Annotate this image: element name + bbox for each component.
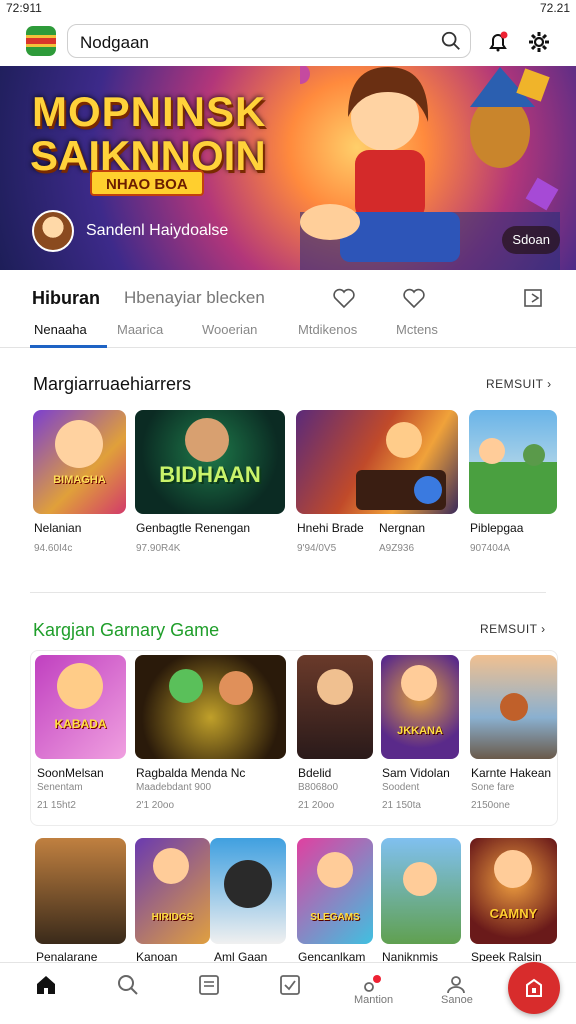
list-icon[interactable]	[197, 973, 221, 997]
section1-see-all-label: REMSUIT	[486, 377, 544, 391]
section2-see-all[interactable]: REMSUIT ›	[480, 622, 546, 636]
hero-banner[interactable]: MOPNINSK SAIKNNOIN NHAO BOA Sandenl Haiy…	[0, 66, 576, 270]
card-2-meta: 97.90R4K	[136, 543, 181, 554]
game3-card-2-art: HIRIDGS	[151, 912, 194, 923]
card2-4-title: Sam Vidolan	[382, 766, 450, 780]
banner-avatar	[32, 210, 74, 252]
tab-2[interactable]: Maarica	[117, 322, 163, 337]
section1-title: Margiarruaehiarrers	[33, 374, 192, 394]
game3-card-5[interactable]	[381, 838, 461, 944]
card2-3-meta1: B8068o0	[298, 782, 339, 793]
card-4-meta: A9Z936	[379, 543, 415, 554]
game2-card-5[interactable]	[470, 655, 557, 759]
card-3-title: Hnehi Brade	[297, 521, 364, 535]
card-5-title: Piblepgaa	[470, 521, 524, 535]
section2-title: Kargjan Garnary Game	[33, 620, 219, 641]
section-tab-bar: Hiburan Hbenayiar blecken Nenaaha Maaric…	[0, 276, 576, 348]
game3-card-6[interactable]: CAMNY	[470, 838, 557, 944]
card2-2-meta1: Maadebdant 900	[136, 782, 212, 793]
home-icon[interactable]	[34, 973, 58, 997]
banner-subtitle: Sandenl Haiydoalse	[86, 222, 229, 239]
section-main-label[interactable]: Hiburan	[32, 288, 100, 309]
tab-1[interactable]: Nenaaha	[34, 322, 87, 337]
card-2-title: Genbagtle Renengan	[136, 521, 251, 535]
card2-5-meta2: 2150one	[471, 800, 510, 811]
settings-icon[interactable]	[527, 30, 551, 54]
notification-icon[interactable]	[486, 30, 510, 54]
game-card-3[interactable]	[296, 410, 458, 514]
game2-card-1-art: KABADA	[54, 717, 107, 731]
game-card-2-art-text: BIDHAAN	[159, 462, 261, 487]
section2-see-all-label: REMSUIT	[480, 622, 538, 636]
game2-card-4[interactable]: JKKANA	[381, 655, 459, 759]
card-4-title: Nergnan	[379, 521, 426, 535]
nav-profile-label: Sanoe	[441, 994, 473, 1006]
game2-card-3[interactable]	[297, 655, 373, 759]
game2-card-4-art: JKKANA	[397, 725, 443, 737]
game-card-1[interactable]: BIMAGHA	[33, 410, 126, 514]
banner-title-line1: MOPNINSK	[32, 88, 267, 135]
game3-card-3[interactable]	[210, 838, 286, 944]
section-sub-label[interactable]: Hbenayiar blecken	[124, 288, 265, 308]
banner-pill-button[interactable]: Sdoan	[502, 226, 560, 254]
game2-card-2[interactable]	[135, 655, 286, 759]
status-right: 72.21	[539, 1, 570, 15]
game3-card-4-art: SLEGAMS	[310, 912, 360, 923]
tab-4[interactable]: Mtdikenos	[298, 322, 357, 337]
card2-3-meta2: 21 20oo	[298, 800, 335, 811]
status-bar: 72:911 72.21	[0, 0, 576, 16]
floating-action-button[interactable]	[508, 962, 560, 1014]
heart-icon[interactable]	[332, 286, 356, 310]
card-1-meta: 94.60I4c	[34, 543, 73, 554]
game-card-2[interactable]: BIDHAAN	[135, 410, 285, 514]
store-icon	[526, 978, 542, 997]
card2-2-meta2: 2'1 20oo	[136, 800, 175, 811]
search-icon[interactable]	[440, 30, 462, 52]
card2-5-title: Karnte Hakean	[471, 766, 552, 780]
game3-card-2[interactable]: HIRIDGS	[135, 838, 210, 944]
card2-1-title: SoonMelsan	[37, 766, 104, 780]
top-bar: Nodgaan	[0, 18, 576, 66]
card2-2-title: Ragbalda Menda Nc	[136, 766, 246, 780]
card-1-title: Nelanian	[34, 521, 82, 535]
card2-1-meta1: Senentam	[37, 782, 83, 793]
card-3-meta: 9'94/0V5	[297, 543, 337, 554]
card2-4-meta1: Soodent	[382, 782, 420, 793]
game3-card-6-art: CAMNY	[489, 906, 538, 921]
search-input[interactable]: Nodgaan	[80, 33, 149, 53]
search-field[interactable]: Nodgaan	[67, 24, 471, 58]
card2-3-title: Bdelid	[298, 766, 332, 780]
game-card-4[interactable]	[469, 410, 557, 514]
card2-5-meta1: Sone fare	[471, 782, 515, 793]
heart-icon-2[interactable]	[402, 286, 426, 310]
banner-tag-button[interactable]: NHAO BOA	[90, 170, 204, 196]
game-card-1-art-text: BIMAGHA	[53, 474, 106, 486]
section-divider	[30, 592, 546, 593]
active-tab-indicator	[30, 345, 107, 348]
share-icon[interactable]	[522, 286, 546, 310]
tab-5[interactable]: Mctens	[396, 322, 438, 337]
section2-title-text: Kargjan Garnary Game	[33, 620, 220, 640]
game3-card-4[interactable]: SLEGAMS	[297, 838, 373, 944]
game3-card-1[interactable]	[35, 838, 126, 944]
card2-4-meta2: 21 150ta	[382, 800, 421, 811]
tab-3[interactable]: Wooerian	[202, 322, 257, 337]
search-nav-icon[interactable]	[116, 973, 140, 997]
app-logo[interactable]	[26, 26, 56, 56]
check-icon[interactable]	[278, 973, 302, 997]
nav-mentions-label: Mantion	[354, 994, 394, 1006]
bottom-nav: Mantion Sanoe	[0, 962, 576, 1024]
card-5-meta: 907404A	[470, 543, 511, 554]
game2-card-1[interactable]: KABADA	[35, 655, 126, 759]
status-time: 72:911	[6, 1, 42, 15]
card2-1-meta2: 21 15ht2	[37, 800, 76, 811]
section1-see-all[interactable]: REMSUIT ›	[486, 377, 552, 391]
